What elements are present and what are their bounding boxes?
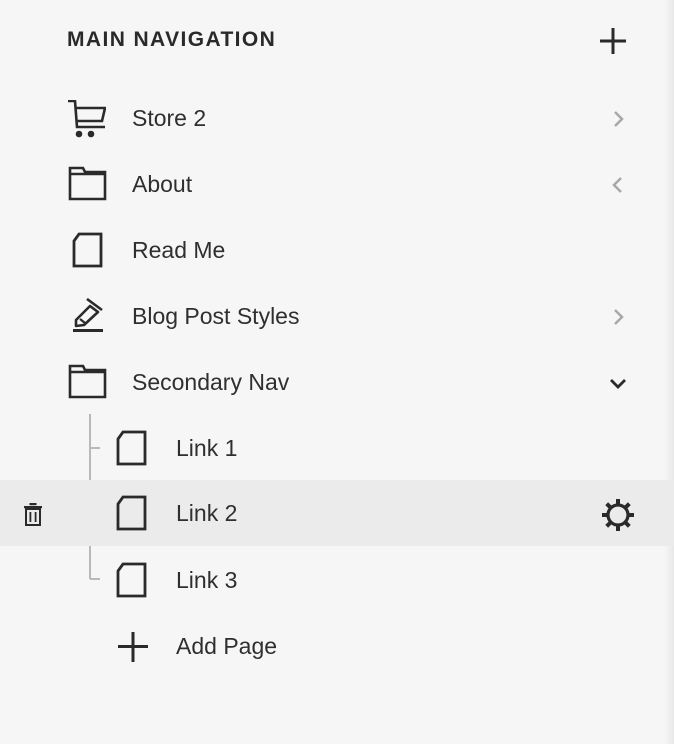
chevron-right-icon[interactable] bbox=[606, 107, 630, 131]
section-title: MAIN NAVIGATION bbox=[67, 28, 277, 51]
page-icon bbox=[116, 495, 147, 531]
blog-pen-icon bbox=[73, 298, 103, 332]
nav-item-label: Secondary Nav bbox=[132, 369, 290, 395]
nav-item-store-2[interactable]: Store 2 bbox=[0, 85, 674, 151]
chevron-down-icon[interactable] bbox=[606, 371, 630, 395]
chevron-right-icon[interactable] bbox=[606, 305, 630, 329]
add-page-label: Add Page bbox=[176, 633, 278, 659]
nav-item-label: Link 2 bbox=[176, 500, 238, 526]
page-icon bbox=[116, 562, 147, 598]
folder-icon bbox=[68, 364, 107, 399]
plus-icon bbox=[118, 632, 148, 662]
gear-icon bbox=[602, 499, 634, 531]
trash-icon bbox=[24, 503, 42, 526]
nav-item-label: Link 3 bbox=[176, 567, 238, 593]
delete-page-button[interactable] bbox=[20, 501, 46, 527]
nav-item-label: Link 1 bbox=[176, 435, 238, 461]
folder-icon bbox=[68, 166, 107, 201]
add-page-button[interactable]: Add Page bbox=[0, 613, 674, 679]
nav-child-link-3[interactable]: Link 3 bbox=[0, 547, 674, 613]
nav-item-label: Read Me bbox=[132, 237, 226, 263]
nav-item-secondary-nav[interactable]: Secondary Nav bbox=[0, 349, 674, 415]
chevron-left-icon[interactable] bbox=[606, 173, 630, 197]
page-settings-button[interactable] bbox=[600, 497, 636, 533]
nav-item-read-me[interactable]: Read Me bbox=[0, 217, 674, 283]
nav-item-blog-post-styles[interactable]: Blog Post Styles bbox=[0, 283, 674, 349]
add-navigation-button[interactable] bbox=[597, 27, 629, 55]
nav-item-label: Blog Post Styles bbox=[132, 303, 300, 329]
cart-icon bbox=[68, 100, 106, 138]
nav-item-label: Store 2 bbox=[132, 105, 207, 131]
page-icon bbox=[116, 430, 147, 466]
nav-child-link-1[interactable]: Link 1 bbox=[0, 415, 674, 481]
nav-item-label: About bbox=[132, 171, 193, 197]
nav-item-about[interactable]: About bbox=[0, 151, 674, 217]
nav-child-link-2[interactable]: Link 2 bbox=[0, 480, 674, 546]
panel-header: MAIN NAVIGATION bbox=[0, 0, 674, 82]
page-icon bbox=[72, 232, 103, 268]
plus-icon bbox=[600, 28, 626, 54]
